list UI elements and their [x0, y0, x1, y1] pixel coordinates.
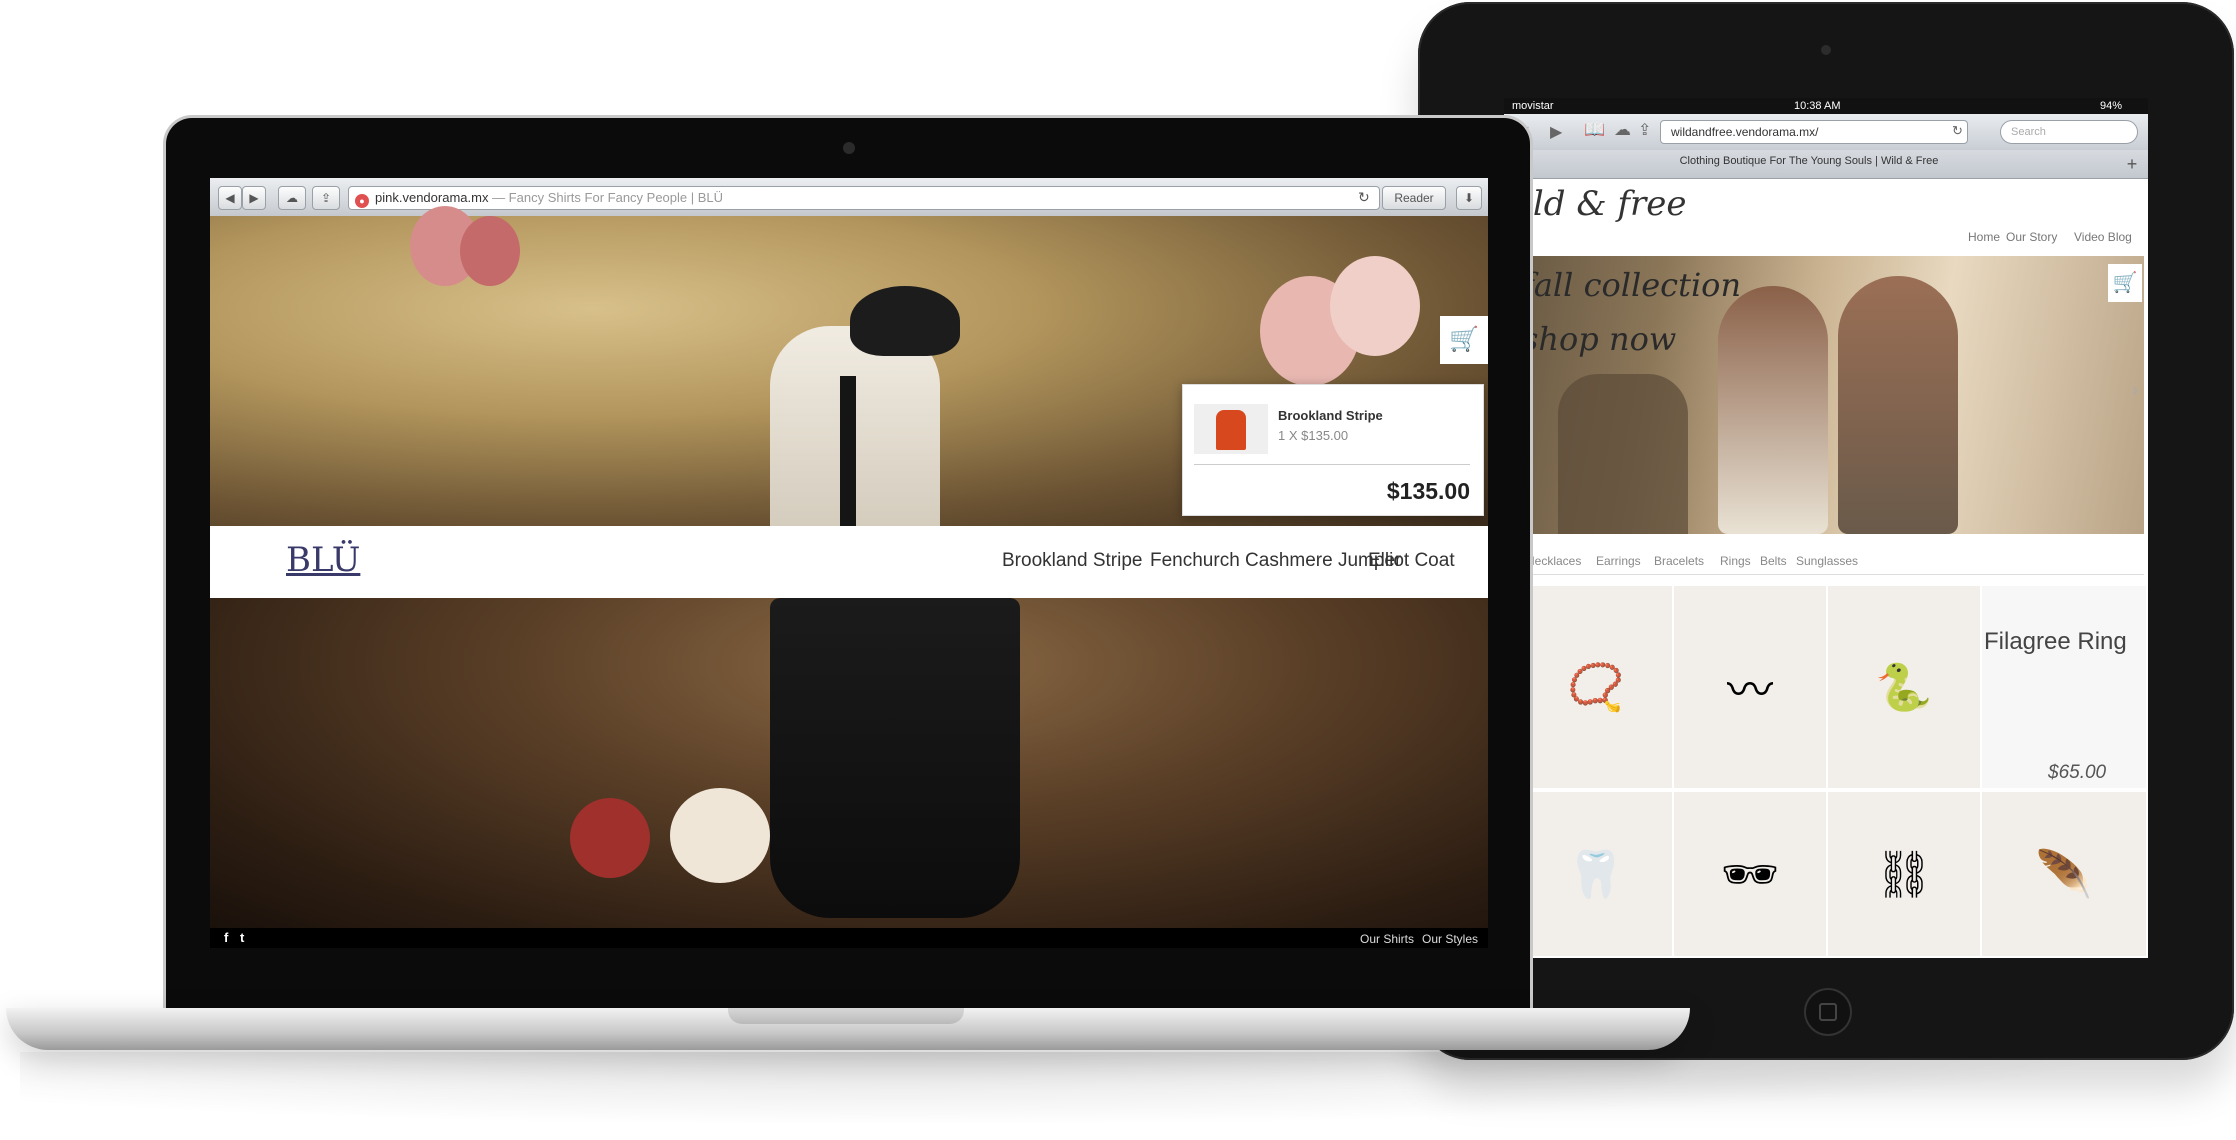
- divider: [1194, 464, 1470, 465]
- divider: [1518, 574, 2144, 575]
- site-favicon: ●: [355, 194, 369, 208]
- nav-fenchurch-cashmere-jumper[interactable]: Fenchurch Cashmere Jumper: [1150, 550, 1401, 572]
- footer-link-our-styles[interactable]: Our Styles: [1422, 932, 1478, 946]
- product-tile[interactable]: ⛓: [1826, 790, 1982, 958]
- url-page-title: — Fancy Shirts For Fancy People | BLÜ: [488, 190, 724, 205]
- necklace-icon: 〰: [1727, 664, 1773, 716]
- site-logo[interactable]: ild & free: [1522, 184, 1686, 224]
- featured-product-name[interactable]: Filagree Ring: [1984, 628, 2127, 656]
- chain-necklace-icon: ⛓: [1874, 847, 1934, 900]
- share-icon[interactable]: ⇪: [1638, 120, 1651, 140]
- nav-brookland-stripe[interactable]: Brookland Stripe: [1002, 550, 1142, 572]
- balloon: [670, 788, 770, 883]
- nav-video-blog[interactable]: Video Blog: [2074, 230, 2132, 244]
- bracelet-icon: 📿: [1567, 660, 1625, 713]
- facebook-icon[interactable]: f: [224, 930, 228, 945]
- category-earrings[interactable]: Earrings: [1596, 554, 1641, 568]
- reload-icon[interactable]: ↻: [1952, 123, 1963, 139]
- forward-icon[interactable]: ▶: [242, 186, 266, 210]
- product-tile[interactable]: 🕶: [1672, 790, 1828, 958]
- cart-icon[interactable]: 🛒: [2108, 264, 2142, 302]
- cart-total: $135.00: [1386, 478, 1470, 504]
- balloon: [570, 798, 650, 878]
- product-tile-featured[interactable]: [1980, 584, 2148, 790]
- macbook-notch: [728, 1008, 964, 1024]
- balloon: [460, 216, 520, 286]
- cloud-icon[interactable]: ☁: [278, 186, 306, 210]
- ipad-camera: [1821, 45, 1831, 55]
- cart-icon[interactable]: 🛒: [1440, 316, 1488, 364]
- category-necklaces[interactable]: Necklaces: [1526, 554, 1581, 568]
- model-image: [1718, 286, 1828, 534]
- macbook-screen: ◀ ▶ ☁ ⇪ ● pink.vendorama.mx — Fancy Shirt…: [210, 178, 1488, 948]
- category-sunglasses[interactable]: Sunglasses: [1796, 554, 1858, 568]
- cart-product-name[interactable]: Brookland Stripe: [1278, 408, 1383, 423]
- site-footer: [210, 928, 1488, 948]
- product-tile[interactable]: 〰: [1672, 584, 1828, 790]
- belt-icon: 🐍: [1875, 660, 1933, 713]
- nav-elliot-coat[interactable]: Elliot Coat: [1368, 550, 1455, 572]
- earrings-icon: 🦷: [1567, 847, 1625, 900]
- bowler-hat: [850, 286, 960, 356]
- nav-our-story[interactable]: Our Story: [2006, 230, 2057, 244]
- product-tile[interactable]: 🦷: [1518, 790, 1674, 958]
- site-logo[interactable]: BLÜ: [286, 540, 360, 580]
- model-image: [1838, 276, 1958, 534]
- battery-level: 94%: [2100, 100, 2123, 112]
- hero-line-2[interactable]: shop now: [1522, 320, 1676, 358]
- ipad-address-bar[interactable]: wildandfree.vendorama.mx/: [1660, 120, 1968, 144]
- product-thumbnail[interactable]: [1194, 404, 1268, 454]
- url-domain: pink.vendorama.mx: [375, 190, 489, 205]
- clock: 10:38 AM: [1794, 100, 1841, 112]
- bookmarks-icon[interactable]: 📖: [1584, 120, 1605, 140]
- featured-product-price: $65.00: [2048, 762, 2107, 783]
- carrier-label: movistar: [1512, 100, 1554, 112]
- balloon: [1330, 256, 1420, 356]
- download-icon[interactable]: ⬇: [1456, 186, 1482, 210]
- footer-link-our-shirts[interactable]: Our Shirts: [1360, 932, 1414, 946]
- cart-quantity-price: 1 X $135.00: [1278, 428, 1349, 443]
- category-bracelets[interactable]: Bracelets: [1654, 554, 1704, 568]
- product-tile[interactable]: 🐍: [1826, 584, 1982, 790]
- tower-image: [1558, 374, 1688, 534]
- macbook-camera: [843, 142, 855, 154]
- reload-icon[interactable]: ↻: [1358, 189, 1370, 206]
- hero-line-1[interactable]: fall collection: [1522, 266, 1741, 304]
- chevron-right-icon[interactable]: ›: [2132, 380, 2138, 401]
- reader-button[interactable]: Reader: [1382, 186, 1446, 210]
- ipad-search-field[interactable]: Search: [2000, 120, 2138, 144]
- floor-shadow: [20, 1052, 2220, 1132]
- nav-home[interactable]: Home: [1968, 230, 2000, 244]
- category-rings[interactable]: Rings: [1720, 554, 1751, 568]
- cloud-icon[interactable]: ☁: [1614, 120, 1631, 140]
- sunglasses-icon: 🕶: [1720, 847, 1780, 900]
- ipad-screen: movistar 10:38 AM 94% ◀ ▶ 📖 ☁ ⇪ wildandf…: [1504, 98, 2148, 958]
- model-legs: [770, 598, 1020, 918]
- address-bar[interactable]: ● pink.vendorama.mx — Fancy Shirts For Fa…: [348, 186, 1380, 210]
- ipad-tab-title[interactable]: Clothing Boutique For The Young Souls | …: [1504, 155, 2114, 167]
- ipad-home-button[interactable]: [1804, 988, 1852, 1036]
- twitter-icon[interactable]: t: [240, 930, 244, 945]
- forward-icon[interactable]: ▶: [1550, 122, 1562, 142]
- back-icon[interactable]: ◀: [218, 186, 242, 210]
- new-tab-button[interactable]: +: [2118, 152, 2146, 176]
- feather-earring-icon: 🪶: [2035, 847, 2093, 900]
- category-belts[interactable]: Belts: [1760, 554, 1787, 568]
- product-tile[interactable]: 📿: [1518, 584, 1674, 790]
- share-icon[interactable]: ⇪: [312, 186, 340, 210]
- product-tile[interactable]: 🪶: [1980, 790, 2148, 958]
- ipad-status-bar: movistar 10:38 AM 94%: [1504, 98, 2148, 114]
